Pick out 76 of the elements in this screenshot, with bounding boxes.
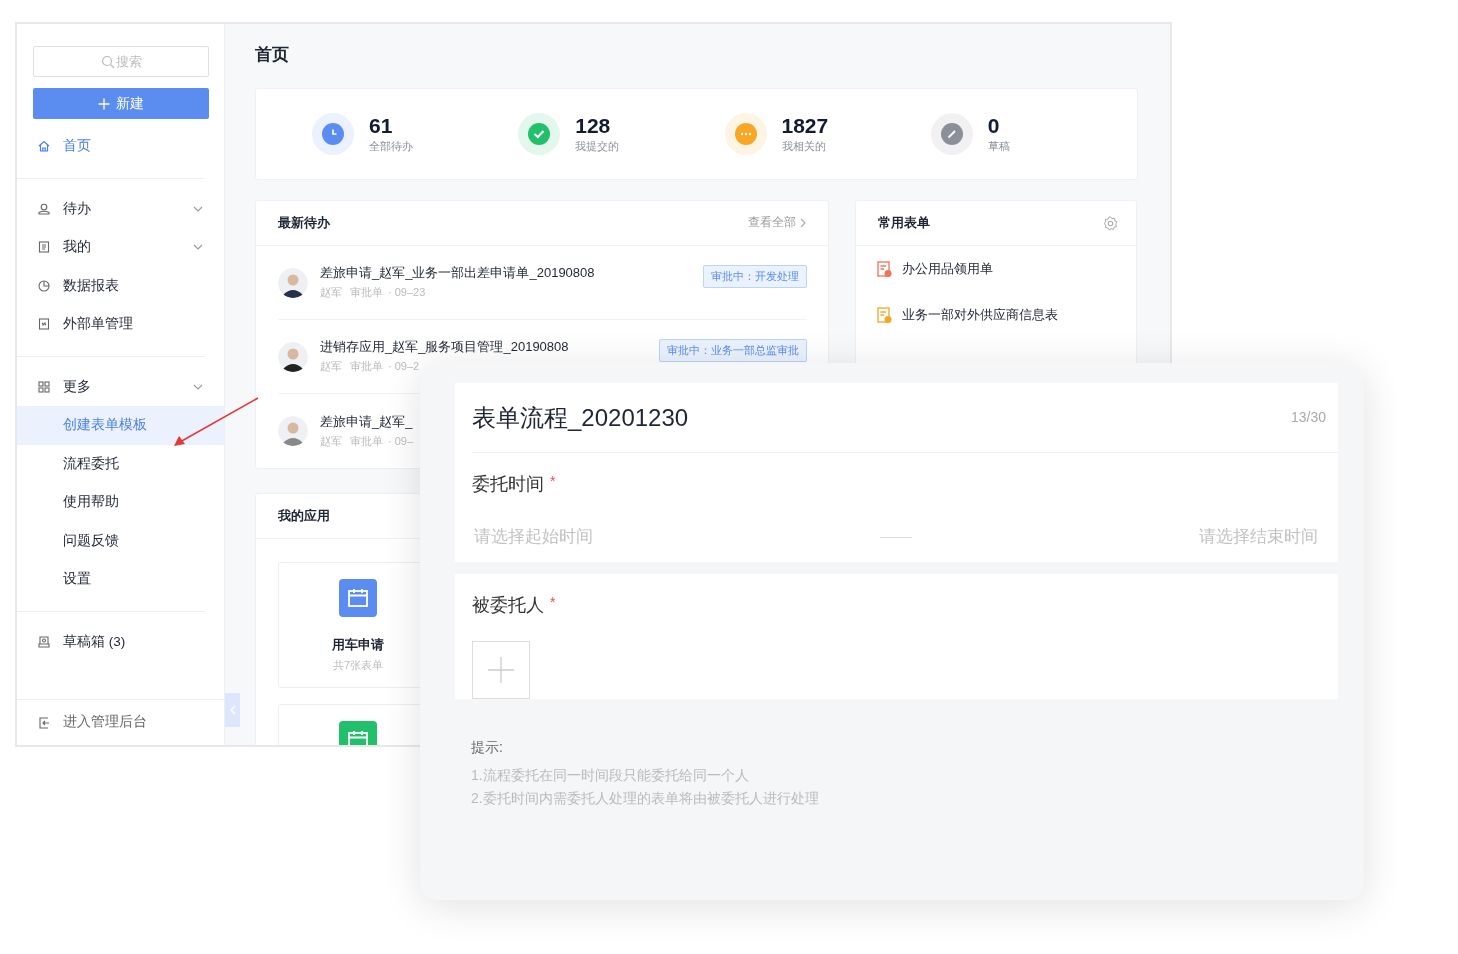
- avatar: [278, 267, 308, 298]
- home-icon: [37, 139, 51, 154]
- card-title: 我的应用: [278, 507, 330, 526]
- todo-title: 差旅申请_赵军_: [320, 412, 414, 431]
- app-count: 共7张表单: [332, 657, 384, 673]
- exit-icon: [37, 715, 51, 730]
- chevron-left-icon: [229, 705, 236, 715]
- search-icon: [101, 55, 115, 69]
- sidebar-item[interactable]: 流程委托: [17, 444, 224, 483]
- char-counter: 13/30: [1290, 408, 1326, 427]
- sidebar-item[interactable]: 数据报表: [17, 266, 205, 305]
- admin-link[interactable]: 进入管理后台: [17, 699, 224, 745]
- todo-author: 赵军: [320, 359, 342, 375]
- link-document-icon: [37, 317, 51, 332]
- page-title: 首页: [255, 44, 290, 66]
- stat-value: 1827: [781, 113, 829, 138]
- status-tag: 审批中：业务一部总监审批: [659, 339, 807, 362]
- collapse-button[interactable]: [225, 693, 240, 727]
- form-item[interactable]: 业务一部对外供应商信息表: [856, 292, 1136, 338]
- todo-author: 赵军: [320, 433, 342, 449]
- stat-label: 我相关的: [781, 138, 827, 154]
- form-item[interactable]: 办公用品领用单: [856, 246, 1136, 292]
- sidebar-item[interactable]: 首页: [17, 127, 205, 166]
- pie-chart-icon: [37, 278, 51, 293]
- end-date-field[interactable]: 请选择结束时间: [1160, 523, 1320, 551]
- chevron-down-icon: [193, 383, 203, 390]
- document-icon: [37, 240, 51, 255]
- todo-type: 审批单: [350, 359, 383, 375]
- stat-label: 我提交的: [575, 138, 620, 154]
- sidebar-item[interactable]: 我的: [17, 228, 205, 267]
- todo-title: 进销存应用_赵军_服务项目管理_20190808: [320, 338, 569, 357]
- sidebar-item[interactable]: 使用帮助: [17, 483, 224, 522]
- required-mark: *: [550, 593, 556, 612]
- avatar: [278, 341, 308, 372]
- sidebar-item[interactable]: 草稿箱 (3): [17, 622, 205, 661]
- drafts-icon: [37, 634, 51, 649]
- card-title: 常用表单: [878, 214, 930, 233]
- person-icon: [37, 201, 51, 216]
- grid-icon: [37, 379, 51, 394]
- start-date-field[interactable]: 请选择起始时间: [472, 523, 632, 551]
- sidebar-item[interactable]: 待办: [17, 189, 205, 228]
- todo-type: 审批单: [350, 433, 383, 449]
- plus-icon: [487, 656, 515, 684]
- stat-value: 61: [369, 113, 394, 138]
- card-title: 最新待办: [278, 214, 330, 233]
- todo-author: 赵军: [320, 285, 342, 301]
- plus-icon: [98, 97, 110, 110]
- dialog-title: 表单流程_20201230: [472, 402, 689, 433]
- sidebar-item[interactable]: 设置: [17, 560, 224, 599]
- todo-title: 差旅申请_赵军_业务一部出差申请单_20190808: [320, 264, 595, 283]
- sidebar-item[interactable]: 问题反馈: [17, 521, 224, 560]
- chevron-down-icon: [193, 244, 203, 251]
- stat-label: 全部待办: [369, 138, 413, 154]
- app-name: 用车申请: [332, 636, 384, 654]
- chevron-down-icon: [193, 205, 203, 212]
- todo-date: · 09–2: [388, 359, 420, 375]
- search-field[interactable]: 搜索: [33, 46, 209, 77]
- add-button[interactable]: [472, 641, 530, 699]
- field-label: 被委托人: [472, 594, 544, 617]
- field-label: 委托时间: [472, 473, 544, 496]
- required-mark: *: [550, 472, 556, 491]
- settings-icon: [1103, 215, 1118, 231]
- stat-label: 草稿: [987, 138, 1010, 154]
- todo-type: 审批单: [350, 285, 383, 301]
- status-tag: 审批中：开发处理: [703, 265, 807, 288]
- avatar: [278, 416, 308, 446]
- todo-date: · 09–23: [388, 285, 426, 301]
- sidebar-item[interactable]: 外部单管理: [17, 305, 205, 344]
- form-icon: [877, 306, 892, 324]
- stat-value: 128: [575, 113, 612, 138]
- sidebar-item[interactable]: 更多: [17, 367, 205, 406]
- stat-value: 0: [987, 113, 1001, 138]
- tips-title: 提示:: [471, 738, 504, 757]
- chevron-right-icon: [800, 218, 806, 228]
- form-icon: [877, 260, 892, 278]
- todo-date: · 09–: [388, 433, 414, 449]
